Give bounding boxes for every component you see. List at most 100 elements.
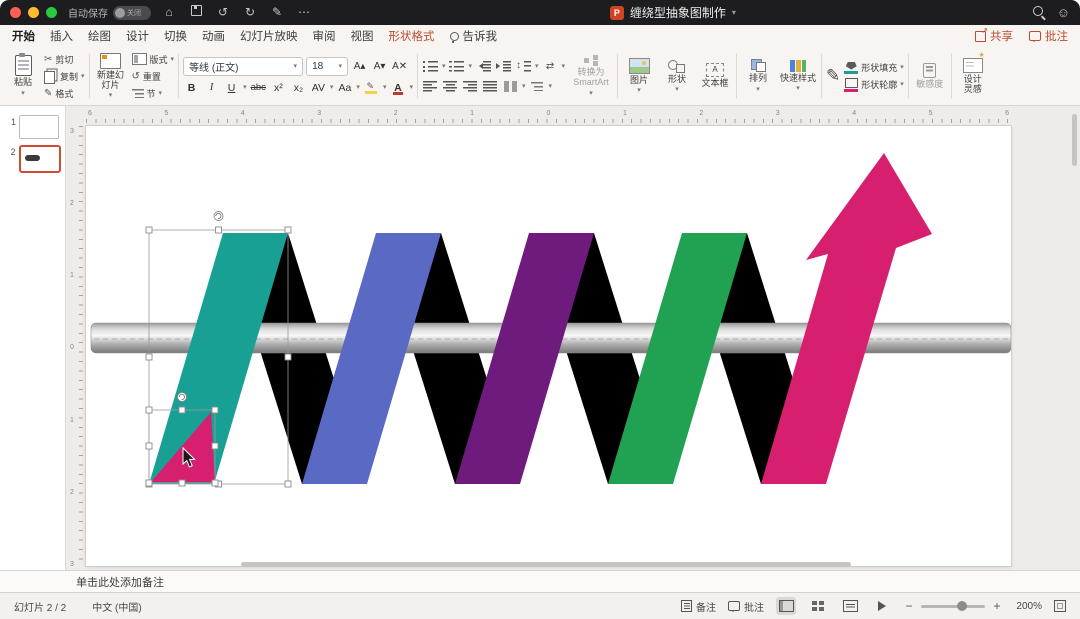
minimize-window-button[interactable]: [28, 7, 39, 18]
italic-button[interactable]: I: [203, 80, 220, 96]
superscript-button[interactable]: x²: [270, 80, 287, 96]
selection-handle[interactable]: [211, 406, 219, 414]
decrease-indent-button[interactable]: [475, 58, 492, 74]
reading-view-button[interactable]: [840, 597, 860, 615]
section-button[interactable]: 节: [131, 86, 175, 100]
selection-handle[interactable]: [284, 353, 292, 361]
design-ideas-button[interactable]: 设计灵感: [956, 52, 990, 95]
zoom-slider[interactable]: [921, 601, 985, 611]
save-icon[interactable]: [187, 0, 205, 25]
rotation-handle-teal[interactable]: [213, 211, 224, 221]
vertical-scrollbar[interactable]: [1072, 114, 1077, 166]
selection-handle[interactable]: [284, 480, 292, 488]
comments-button[interactable]: 批注: [1029, 28, 1068, 44]
cut-button[interactable]: 剪切: [44, 52, 85, 66]
horizontal-scrollbar[interactable]: [241, 562, 851, 567]
zoom-in-button[interactable]: +: [992, 599, 1002, 613]
autosave-control[interactable]: 自动保存 关闭: [68, 5, 151, 20]
more-commands-icon[interactable]: ⋯: [295, 0, 313, 25]
zoom-percentage[interactable]: 200%: [1014, 601, 1042, 612]
picture-button[interactable]: 图片: [622, 57, 656, 95]
redo-icon[interactable]: ↻: [241, 0, 259, 25]
tab-home[interactable]: 开始: [12, 28, 35, 44]
align-left-button[interactable]: [422, 78, 439, 94]
slide-thumbnail-2[interactable]: 2: [0, 142, 65, 176]
selection-handle[interactable]: [145, 406, 153, 414]
character-spacing-button[interactable]: AV: [310, 80, 327, 96]
feedback-smiley-icon[interactable]: ☺: [1057, 5, 1070, 20]
paste-button[interactable]: 粘贴: [6, 53, 40, 97]
tab-design[interactable]: 设计: [126, 28, 149, 44]
selection-handle[interactable]: [145, 479, 153, 487]
tab-tell-me[interactable]: 告诉我: [449, 28, 497, 44]
highlight-color-button[interactable]: [363, 80, 380, 96]
selection-handle[interactable]: [284, 226, 292, 234]
notes-toggle-button[interactable]: 备注: [681, 599, 716, 614]
textbox-button[interactable]: 文本框: [698, 63, 732, 89]
tab-draw[interactable]: 绘图: [88, 28, 111, 44]
tab-animations[interactable]: 动画: [202, 28, 225, 44]
shapes-button[interactable]: 形状: [660, 59, 694, 94]
selection-handle[interactable]: [178, 479, 186, 487]
align-right-button[interactable]: [462, 78, 479, 94]
slide-thumbnail-1[interactable]: 1: [0, 112, 65, 142]
tab-insert[interactable]: 插入: [50, 28, 73, 44]
tab-transitions[interactable]: 切换: [164, 28, 187, 44]
font-color-button[interactable]: A: [389, 80, 406, 96]
slideshow-button[interactable]: [872, 597, 892, 615]
selection-handle[interactable]: [145, 442, 153, 450]
zoom-out-button[interactable]: −: [904, 599, 914, 613]
comments-toggle-button[interactable]: 批注: [728, 599, 764, 614]
share-button[interactable]: 共享: [975, 26, 1013, 44]
clear-formatting-button[interactable]: A✕: [391, 58, 408, 74]
bold-button[interactable]: B: [183, 80, 200, 96]
selection-handle[interactable]: [178, 406, 186, 414]
tab-review[interactable]: 审阅: [313, 28, 336, 44]
align-text-button[interactable]: [528, 78, 545, 94]
ribbon-pink-arrow[interactable]: [761, 153, 932, 484]
increase-font-button[interactable]: A▴: [351, 58, 368, 74]
underline-button[interactable]: U: [223, 80, 240, 96]
reset-button[interactable]: 重置: [132, 69, 175, 83]
zoom-window-button[interactable]: [46, 7, 57, 18]
new-slide-button[interactable]: 新建幻灯片: [94, 52, 128, 100]
shape-outline-button[interactable]: 形状轮廓: [844, 77, 904, 92]
change-case-button[interactable]: Aa: [336, 80, 353, 96]
shape-fill-button[interactable]: 形状填充: [844, 61, 904, 75]
selection-handle[interactable]: [211, 479, 219, 487]
layout-button[interactable]: 版式: [131, 52, 175, 66]
normal-view-button[interactable]: [776, 597, 796, 615]
increase-indent-button[interactable]: [495, 58, 512, 74]
close-window-button[interactable]: [10, 7, 21, 18]
quick-styles-button[interactable]: 快速样式: [779, 59, 817, 93]
convert-smartart-button[interactable]: 转换为 SmartArt: [569, 55, 613, 97]
align-center-button[interactable]: [442, 78, 459, 94]
slide-2-preview-selected[interactable]: [18, 145, 61, 173]
selection-handle[interactable]: [145, 353, 153, 361]
line-spacing-button[interactable]: [515, 58, 532, 74]
autosave-toggle[interactable]: 关闭: [113, 5, 151, 20]
arrange-button[interactable]: 排列: [741, 59, 775, 93]
slide-sorter-view-button[interactable]: [808, 597, 828, 615]
draw-pen-icon[interactable]: ✎: [268, 0, 286, 25]
sensitivity-button[interactable]: 敏感度: [913, 62, 947, 90]
columns-button[interactable]: [502, 78, 519, 94]
fit-to-window-icon[interactable]: [1054, 600, 1066, 612]
language-indicator[interactable]: 中文 (中国): [92, 599, 141, 614]
selection-handle[interactable]: [145, 226, 153, 234]
tab-slideshow[interactable]: 幻灯片放映: [240, 28, 298, 44]
font-size-select[interactable]: 18: [306, 56, 349, 76]
bullets-button[interactable]: [422, 58, 439, 74]
tab-view[interactable]: 视图: [351, 28, 374, 44]
slide-1-preview[interactable]: [19, 115, 59, 139]
strikethrough-button[interactable]: abc: [250, 80, 267, 96]
document-title-area[interactable]: P 缠绕型抽象图制作 ▾: [322, 4, 1024, 21]
copy-button[interactable]: 复制: [44, 69, 85, 84]
search-icon[interactable]: [1032, 6, 1043, 19]
zoom-slider-thumb[interactable]: [957, 601, 967, 611]
rotation-handle-triangle[interactable]: [177, 392, 187, 402]
selection-handle[interactable]: [215, 226, 222, 234]
undo-icon[interactable]: ↺: [214, 0, 232, 25]
format-painter-button[interactable]: 格式: [44, 86, 85, 100]
home-icon[interactable]: ⌂: [160, 0, 178, 25]
